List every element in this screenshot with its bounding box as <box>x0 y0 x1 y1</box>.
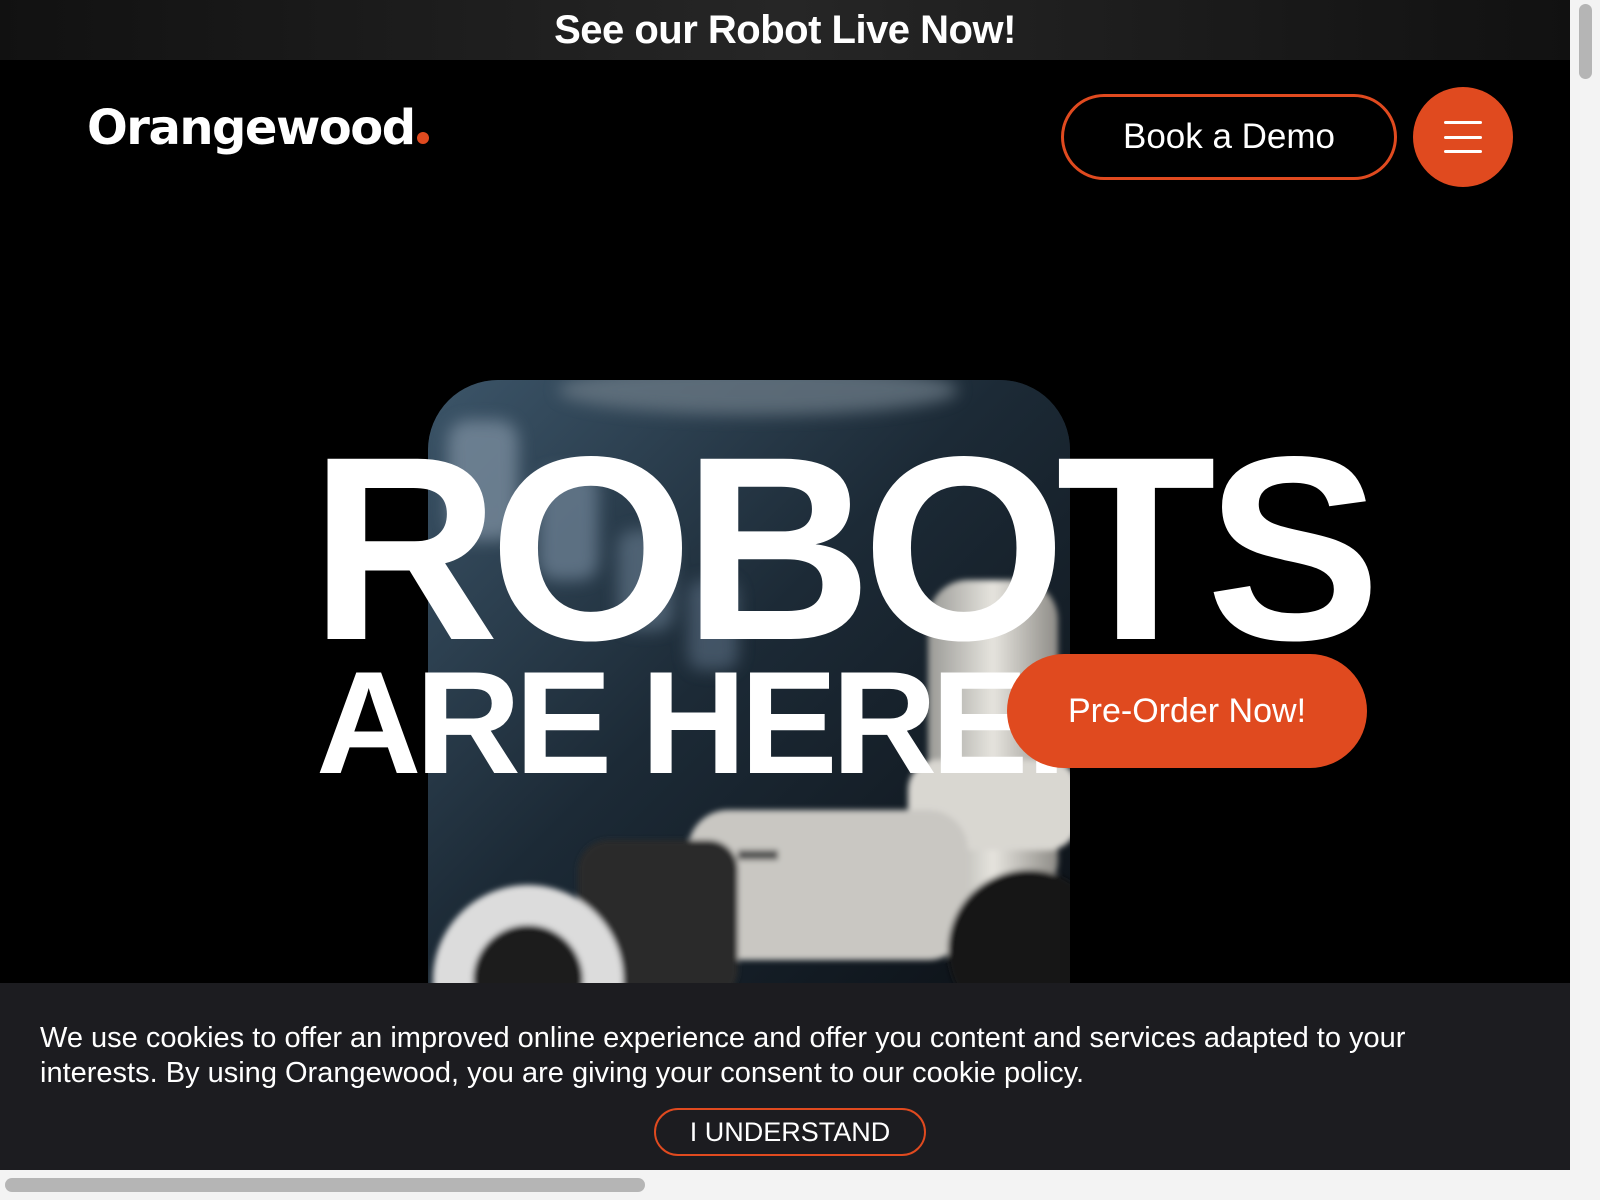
vertical-scroll-thumb[interactable] <box>1579 4 1592 79</box>
page-viewport: See our Robot Live Now! Orangewood Book … <box>0 0 1570 1170</box>
announcement-text[interactable]: See our Robot Live Now! <box>554 8 1016 53</box>
announcement-bar[interactable]: See our Robot Live Now! <box>0 0 1570 60</box>
hero-subheading: ARE HERE! <box>316 641 1071 804</box>
orangewood-logo[interactable]: Orangewood <box>87 100 429 156</box>
cookie-message: We use cookies to offer an improved onli… <box>40 1022 1406 1089</box>
logo-dot-icon <box>416 132 429 144</box>
horizontal-scroll-thumb[interactable] <box>5 1178 645 1192</box>
menu-button[interactable] <box>1413 87 1513 187</box>
hamburger-menu-icon <box>1444 121 1482 153</box>
vertical-scrollbar[interactable] <box>1570 0 1600 1170</box>
book-demo-button[interactable]: Book a Demo <box>1061 94 1397 180</box>
horizontal-scrollbar[interactable] <box>0 1170 1600 1200</box>
cookie-accept-button[interactable]: I UNDERSTAND <box>654 1108 926 1156</box>
preorder-button[interactable]: Pre-Order Now! <box>1007 654 1367 768</box>
logo-text: Orangewood <box>87 100 416 156</box>
cookie-banner: We use cookies to offer an improved onli… <box>0 983 1570 1170</box>
